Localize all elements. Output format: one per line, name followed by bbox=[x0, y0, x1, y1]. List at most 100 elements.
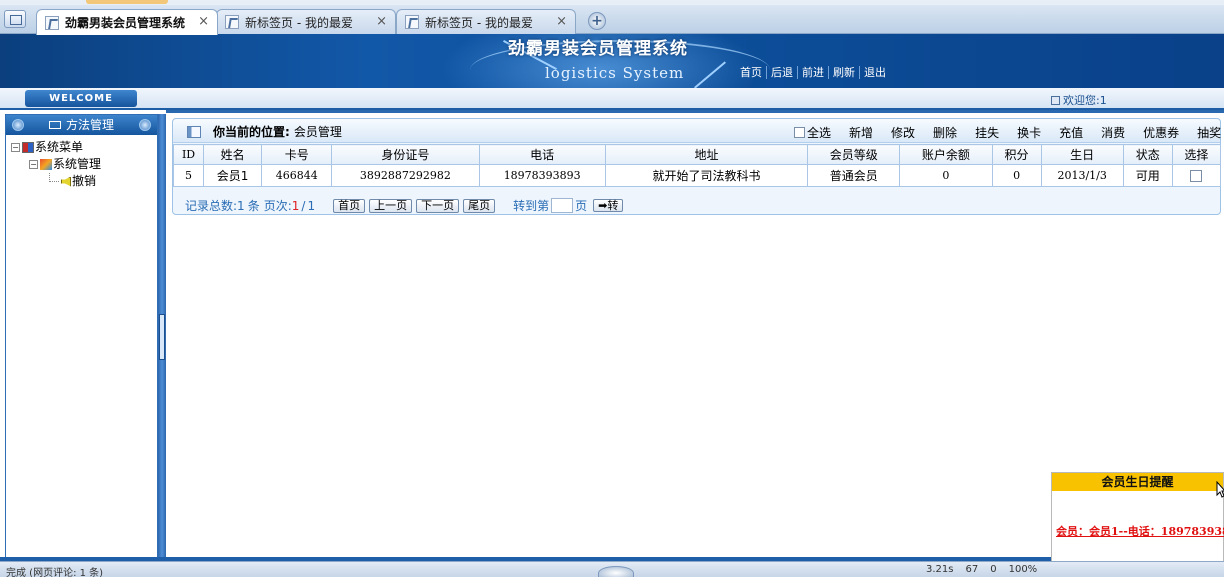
goto-page-input[interactable] bbox=[551, 198, 574, 213]
last-page-button[interactable]: 尾页 bbox=[463, 198, 496, 213]
add-button[interactable]: 新增 bbox=[840, 124, 882, 141]
coupon-button[interactable]: 优惠券 bbox=[1134, 124, 1188, 141]
top-nav: 首页 后退 前进 刷新 退出 bbox=[736, 66, 890, 79]
checkbox-box[interactable] bbox=[794, 127, 805, 138]
app-title: 劲霸男装会员管理系统 bbox=[508, 39, 688, 59]
cell-phone: 18978393893 bbox=[478, 164, 606, 187]
cell-balance: 0 bbox=[899, 164, 993, 187]
col-id: ID bbox=[172, 144, 205, 165]
panel-splitter[interactable] bbox=[158, 114, 166, 559]
select-all-checkbox[interactable]: 全选 bbox=[785, 124, 840, 141]
tab-member-system[interactable]: 劲霸男装会员管理系统 × bbox=[36, 9, 218, 35]
tree-leaf[interactable]: 撤销 bbox=[11, 173, 101, 190]
page-icon bbox=[45, 15, 59, 30]
delete-button[interactable]: 删除 bbox=[924, 124, 966, 141]
status-text: 完成 (网页评论: 1 条) bbox=[6, 568, 104, 577]
user-icon bbox=[1051, 95, 1060, 105]
sidebar: 方法管理 − 系统菜单 − 系统管理 撤销 bbox=[5, 114, 158, 559]
sidebar-title: 方法管理 bbox=[65, 118, 114, 132]
consume-button[interactable]: 消费 bbox=[1092, 124, 1134, 141]
app-banner: 劲霸男装会员管理系统 logistics System 首页 后退 前进 刷新 … bbox=[0, 34, 1224, 88]
goto-label: 转到第 bbox=[513, 199, 550, 213]
next-page-button[interactable]: 下一页 bbox=[416, 198, 460, 213]
pager: 记录总数: 1 条 页次: 1 / 1 首页 上一页 下一页 尾页 转到第 页 … bbox=[185, 197, 624, 214]
col-status: 状态 bbox=[1122, 144, 1173, 165]
new-tab-icon[interactable]: + bbox=[588, 12, 606, 30]
breadcrumb-value: 会员管理 bbox=[293, 125, 342, 139]
cell-idcard: 3892887292982 bbox=[331, 164, 480, 187]
replace-card-button[interactable]: 换卡 bbox=[1008, 124, 1050, 141]
breadcrumb: 你当前的位置: 会员管理 bbox=[187, 123, 342, 140]
nav-back[interactable]: 后退 bbox=[767, 66, 798, 79]
tab-label: 新标签页 - 我的最爱 bbox=[245, 15, 353, 30]
browser-tab-strip: 劲霸男装会员管理系统 × 新标签页 - 我的最爱 × 新标签页 - 我的最爱 ×… bbox=[0, 0, 1224, 35]
recharge-button[interactable]: 充值 bbox=[1050, 124, 1092, 141]
nav-refresh[interactable]: 刷新 bbox=[829, 66, 860, 79]
status-zero: 0 bbox=[990, 564, 997, 575]
select-all-label: 全选 bbox=[807, 126, 832, 140]
menu-tree: − 系统菜单 − 系统管理 撤销 bbox=[11, 139, 101, 190]
col-address: 地址 bbox=[604, 144, 809, 165]
page-current: 1 bbox=[291, 198, 300, 213]
report-loss-button[interactable]: 挂失 bbox=[966, 124, 1008, 141]
mouse-cursor-icon bbox=[1216, 481, 1224, 498]
cell-card: 466844 bbox=[261, 164, 333, 187]
cell-birthday: 2013/1/3 bbox=[1040, 164, 1124, 187]
col-phone: 电话 bbox=[478, 144, 606, 165]
tab-close-icon[interactable]: × bbox=[198, 14, 209, 29]
header-dot-icon bbox=[139, 119, 151, 131]
zoom-level[interactable]: 100% bbox=[1009, 564, 1038, 575]
tab-label: 劲霸男装会员管理系统 bbox=[65, 16, 186, 30]
col-name: 姓名 bbox=[203, 144, 263, 165]
goto-button[interactable]: ➡转 bbox=[593, 199, 624, 212]
nav-logout[interactable]: 退出 bbox=[860, 66, 890, 79]
tree-group[interactable]: − 系统管理 bbox=[11, 156, 101, 173]
browser-menu-icon[interactable] bbox=[4, 10, 26, 28]
breadcrumb-label: 你当前的位置: bbox=[213, 125, 290, 139]
cell-level: 普通会员 bbox=[807, 164, 901, 187]
status-center-button[interactable] bbox=[598, 566, 634, 577]
row-checkbox[interactable] bbox=[1190, 170, 1203, 182]
lottery-button[interactable]: 抽奖 bbox=[1188, 124, 1224, 141]
first-page-button[interactable]: 首页 bbox=[333, 198, 366, 213]
total-label: 记录总数: bbox=[185, 199, 238, 213]
tab-favorites-2[interactable]: 新标签页 - 我的最爱 × bbox=[396, 9, 576, 34]
birthday-reminder-title: 会员生日提醒 bbox=[1052, 473, 1223, 491]
panel-toolbar: 你当前的位置: 会员管理 全选 新增 修改 删除 挂失 换卡 充值 消费 优惠券… bbox=[173, 119, 1221, 143]
goto-unit: 页 bbox=[575, 199, 588, 213]
collapse-icon[interactable]: − bbox=[11, 143, 20, 152]
speaker-icon bbox=[61, 176, 71, 187]
tab-close-icon[interactable]: × bbox=[376, 14, 387, 29]
collapse-icon[interactable]: − bbox=[29, 160, 38, 169]
table-header-row: ID 姓名 卡号 身份证号 电话 地址 会员等级 账户余额 积分 生日 状态 选… bbox=[172, 144, 1222, 165]
member-panel: 你当前的位置: 会员管理 全选 新增 修改 删除 挂失 换卡 充值 消费 优惠券… bbox=[172, 118, 1221, 215]
welcome-bar: WELCOME 欢迎您:1 bbox=[0, 88, 1224, 110]
tab-close-icon[interactable]: × bbox=[556, 14, 567, 29]
birthday-reminder-message[interactable]: 会员：会员1--电话：18978393893 bbox=[1056, 523, 1224, 539]
nav-home[interactable]: 首页 bbox=[736, 66, 767, 79]
nav-forward[interactable]: 前进 bbox=[798, 66, 829, 79]
page-separator: / bbox=[301, 198, 306, 213]
splitter-grip[interactable] bbox=[159, 314, 165, 360]
header-dot-icon bbox=[12, 119, 24, 131]
cell-name: 会员1 bbox=[203, 164, 263, 187]
birthday-reminder: 会员生日提醒 会员：会员1--电话：18978393893 bbox=[1051, 472, 1224, 564]
status-right: 3.21s 67 0 100% bbox=[926, 564, 1037, 575]
tree-leaf-label: 撤销 bbox=[72, 174, 97, 188]
prev-page-button[interactable]: 上一页 bbox=[369, 198, 413, 213]
edit-button[interactable]: 修改 bbox=[882, 124, 924, 141]
table-row[interactable]: 5 会员1 466844 3892887292982 18978393893 就… bbox=[172, 164, 1222, 187]
tree-root[interactable]: − 系统菜单 bbox=[11, 139, 101, 156]
welcome-user: 欢迎您:1 bbox=[1051, 92, 1107, 108]
location-icon bbox=[187, 125, 201, 138]
page-total: 1 bbox=[307, 198, 316, 213]
tree-root-label: 系统菜单 bbox=[35, 140, 84, 154]
action-toolbar: 全选 新增 修改 删除 挂失 换卡 充值 消费 优惠券 抽奖 bbox=[785, 124, 1224, 141]
cell-status: 可用 bbox=[1122, 164, 1173, 187]
col-balance: 账户余额 bbox=[899, 144, 993, 165]
tab-favorites-1[interactable]: 新标签页 - 我的最爱 × bbox=[216, 9, 396, 34]
book-icon bbox=[22, 142, 34, 153]
total-unit: 条 bbox=[247, 199, 260, 213]
col-select: 选择 bbox=[1171, 144, 1222, 165]
col-idcard: 身份证号 bbox=[331, 144, 480, 165]
